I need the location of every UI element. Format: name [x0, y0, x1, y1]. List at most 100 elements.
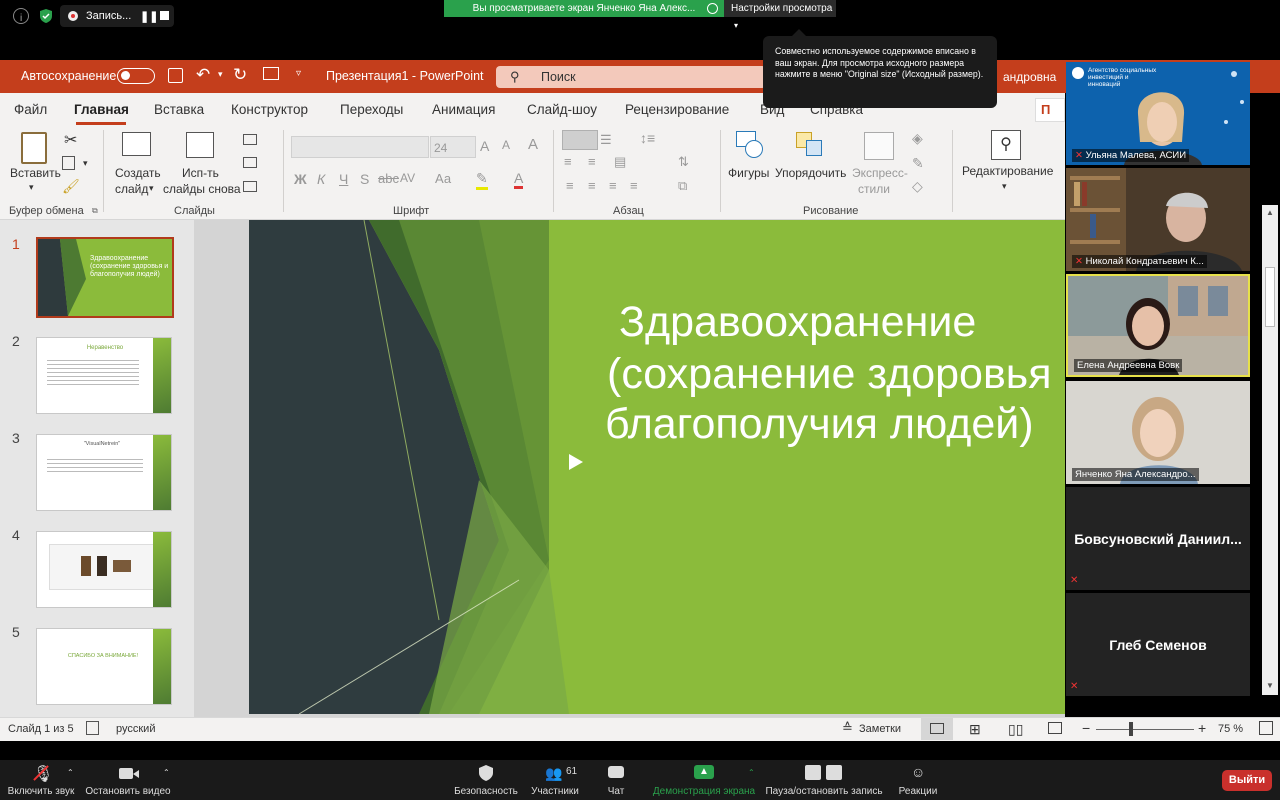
slide-thumbnail-5[interactable]: СПАСИБО ЗА ВНИМАНИЕ! — [36, 628, 172, 705]
reactions-icon[interactable]: ☺ — [911, 764, 925, 780]
leave-button[interactable]: Выйти — [1222, 770, 1272, 791]
chat-icon[interactable] — [608, 766, 624, 778]
tab-home[interactable]: Главная — [74, 102, 129, 117]
security-shield-icon[interactable] — [479, 765, 493, 784]
increase-indent-icon[interactable]: ≡ — [588, 154, 596, 169]
slide-scrollbar[interactable]: ▲ ▼ — [1262, 205, 1278, 695]
new-slide-icon[interactable] — [122, 132, 151, 156]
new-slide-label[interactable]: Создать — [115, 166, 161, 180]
italic-button[interactable]: К — [317, 171, 325, 187]
text-direction-icon[interactable]: ⇅ — [678, 154, 689, 170]
section-icon[interactable] — [243, 181, 257, 192]
share-icon[interactable]: П — [1035, 98, 1065, 122]
slide-thumbnail-4[interactable] — [36, 531, 172, 608]
info-icon[interactable]: i — [13, 8, 29, 24]
scroll-up-icon[interactable]: ▲ — [1266, 208, 1274, 217]
slide-title-line-1[interactable]: Здравоохранение — [619, 298, 976, 347]
accessibility-icon[interactable] — [86, 721, 99, 735]
notes-icon[interactable]: ≙ — [842, 720, 853, 736]
user-name[interactable]: андровна — [1003, 70, 1056, 84]
mute-button-label[interactable]: Включить звук — [8, 786, 75, 797]
shapes-button[interactable]: Фигуры — [728, 166, 769, 180]
play-icon[interactable] — [569, 454, 583, 470]
notes-button[interactable]: Заметки — [859, 723, 901, 735]
participants-button-label[interactable]: Участники — [531, 786, 579, 797]
stop-video-button-label[interactable]: Остановить видео — [85, 786, 170, 797]
align-left-icon[interactable]: ≡ — [566, 178, 574, 193]
participant-tile-3-active-speaker[interactable]: Елена Андреевна Вовк — [1066, 274, 1250, 377]
pause-record-icon[interactable] — [805, 765, 821, 780]
view-settings-button[interactable]: Настройки просмотра ▾ — [724, 0, 836, 30]
participant-tile-2[interactable]: ✕ Николай Кондратьевич К... — [1066, 168, 1250, 271]
fit-slide-icon[interactable] — [1259, 721, 1273, 735]
shape-fill-icon[interactable]: ◈ — [912, 130, 923, 147]
tab-transitions[interactable]: Переходы — [340, 102, 403, 117]
participant-tile-6[interactable]: Глеб Семенов ✕ — [1066, 593, 1250, 696]
tab-animations[interactable]: Анимация — [432, 102, 495, 117]
font-size-select[interactable]: 24 — [430, 136, 476, 158]
participants-icon[interactable]: 👥 — [545, 765, 562, 782]
pause-record-button-label[interactable]: Пауза/остановить запись — [765, 786, 882, 797]
align-center-icon[interactable]: ≡ — [588, 178, 596, 193]
search-icon[interactable]: ⚲ — [991, 130, 1021, 160]
chevron-down-icon[interactable]: ▾ — [83, 158, 88, 169]
pause-icon[interactable]: ❚❚ — [140, 10, 158, 23]
quick-styles-label[interactable]: Экспресс- — [852, 166, 908, 180]
video-camera-icon[interactable] — [119, 768, 133, 779]
paste-button[interactable]: Вставить — [10, 166, 61, 180]
slide-thumbnail-1[interactable]: Здравоохранение (сохранение здоровья и б… — [36, 237, 174, 318]
slideshow-icon[interactable] — [1048, 722, 1062, 734]
reset-icon[interactable] — [243, 157, 257, 168]
numbering-icon[interactable]: ☰ — [600, 132, 612, 148]
copy-icon[interactable] — [62, 156, 75, 170]
quick-styles-icon[interactable] — [864, 132, 894, 160]
slide-sorter-icon[interactable]: ⊞ — [969, 721, 981, 738]
autosave-toggle[interactable] — [117, 68, 155, 84]
char-spacing-icon[interactable]: AV — [400, 171, 415, 185]
share-screen-icon[interactable]: ▲ — [694, 765, 714, 779]
zoom-slider-thumb[interactable] — [1129, 722, 1133, 736]
redo-icon[interactable]: ↻ — [233, 65, 247, 85]
bold-button[interactable]: Ж — [294, 171, 307, 187]
shadow-button[interactable]: S — [360, 171, 369, 187]
reuse-slides-label-2[interactable]: слайды снова — [163, 182, 241, 196]
paste-icon[interactable] — [21, 132, 47, 164]
scroll-down-icon[interactable]: ▼ — [1266, 681, 1274, 690]
slide-title-line-2[interactable]: (сохранение здоровья и — [607, 350, 1065, 399]
tab-insert[interactable]: Вставка — [154, 102, 204, 117]
zoom-in-icon[interactable]: + — [1198, 720, 1206, 736]
smartart-icon[interactable]: ⧉ — [678, 178, 687, 194]
chevron-down-icon[interactable]: ▾ — [149, 183, 154, 194]
dialog-launcher-icon[interactable]: ⧉ — [92, 206, 98, 216]
participant-tile-4[interactable]: Янченко Яна Александро... — [1066, 381, 1250, 484]
format-painter-icon[interactable]: 🖌 — [62, 178, 80, 195]
chevron-down-icon[interactable]: ▾ — [29, 182, 34, 193]
align-right-icon[interactable]: ≡ — [609, 178, 617, 193]
change-case-button[interactable]: Аа — [435, 171, 451, 186]
search-box[interactable]: ⚲ Поиск — [496, 66, 766, 88]
slide-thumbnail-3[interactable]: "VisualNetrein" — [36, 434, 172, 511]
editing-button[interactable]: Редактирование — [962, 164, 1053, 178]
layout-icon[interactable] — [243, 134, 257, 145]
justify-icon[interactable]: ≡ — [630, 178, 638, 193]
new-slide-label-2[interactable]: слайд — [115, 182, 148, 196]
stop-icon[interactable] — [160, 11, 169, 20]
arrange-button[interactable]: Упорядочить — [775, 166, 846, 180]
reuse-slides-label[interactable]: Исп-ть — [182, 166, 219, 180]
font-name-select[interactable] — [291, 136, 429, 158]
quick-styles-label-2[interactable]: стили — [858, 182, 890, 196]
shield-check-icon[interactable] — [38, 8, 54, 24]
tab-review[interactable]: Рецензирование — [625, 102, 729, 117]
decrease-indent-icon[interactable]: ≡ — [564, 154, 572, 169]
strikethrough-icon[interactable]: abc — [378, 171, 399, 186]
underline-button[interactable]: Ч — [339, 171, 348, 187]
zoom-slider[interactable] — [1096, 729, 1194, 730]
reuse-slides-icon[interactable] — [186, 132, 214, 158]
highlight-icon[interactable]: ✎ — [476, 170, 488, 190]
tab-design[interactable]: Конструктор — [231, 102, 308, 117]
slide-title-line-3[interactable]: благополучия людей) — [605, 400, 1034, 449]
scrollbar-thumb[interactable] — [1265, 267, 1275, 327]
shape-outline-icon[interactable]: ✎ — [912, 155, 924, 172]
language-indicator[interactable]: русский — [116, 723, 155, 735]
stop-record-icon[interactable] — [826, 765, 842, 780]
